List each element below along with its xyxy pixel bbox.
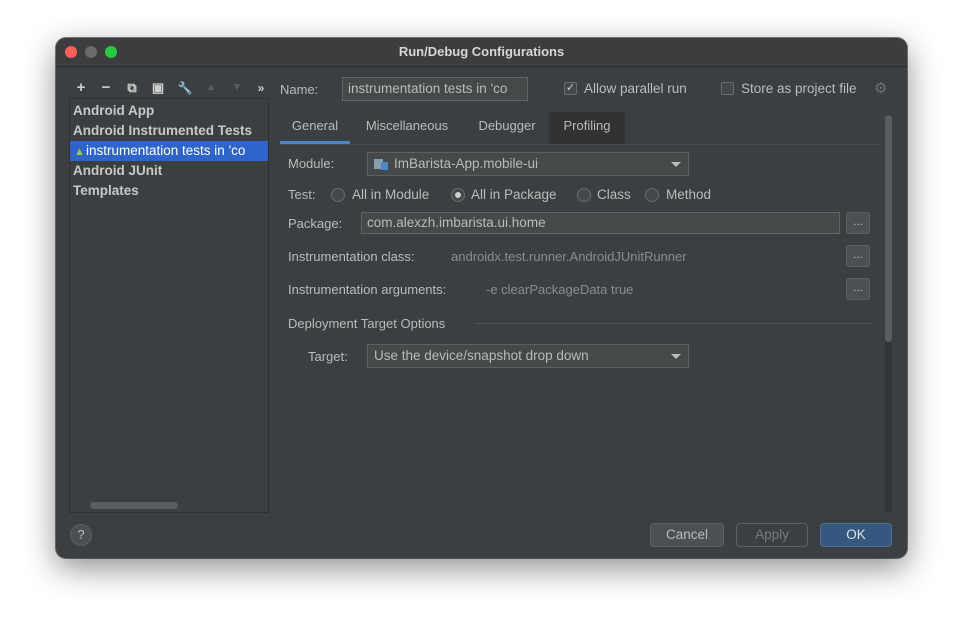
tree-item-instrumentation-tests[interactable]: ▲instrumentation tests in 'co: [70, 141, 268, 161]
ok-button[interactable]: OK: [820, 523, 892, 547]
tab-general[interactable]: General: [280, 112, 350, 144]
target-label: Target:: [308, 349, 348, 364]
window-title: Run/Debug Configurations: [398, 44, 565, 59]
name-label: Name:: [280, 82, 319, 97]
tree-item-android-instrumented-tests[interactable]: Android Instrumented Tests: [70, 121, 268, 141]
instrumentation-args-label: Instrumentation arguments:: [288, 282, 447, 297]
remove-icon[interactable]: −: [98, 80, 114, 96]
module-dropdown[interactable]: ImBarista-App.mobile-ui: [367, 152, 689, 176]
module-folder-icon: [374, 159, 388, 170]
copy-icon[interactable]: ⧉: [124, 80, 140, 96]
apply-button[interactable]: Apply: [736, 523, 808, 547]
tree-item-android-junit[interactable]: Android JUnit: [70, 161, 268, 181]
target-dropdown[interactable]: Use the device/snapshot drop down: [367, 344, 689, 368]
more-icon[interactable]: »: [253, 80, 269, 96]
instrumentation-class-browse-button[interactable]: ...: [846, 245, 870, 267]
deployment-section-divider: [474, 323, 872, 324]
title-bar: Run/Debug Configurations: [56, 38, 907, 67]
instrumentation-class-label: Instrumentation class:: [288, 249, 415, 264]
tree-item-android-app[interactable]: Android App: [70, 101, 268, 121]
chevron-down-icon: [671, 354, 681, 359]
help-button[interactable]: ?: [70, 524, 92, 546]
android-config-icon: ▲: [74, 146, 85, 158]
gear-icon[interactable]: ⚙: [874, 79, 887, 97]
module-value: ImBarista-App.mobile-ui: [394, 156, 539, 171]
deployment-section-title: Deployment Target Options: [288, 316, 446, 331]
radio-all-in-package-label: All in Package: [471, 187, 557, 202]
name-field[interactable]: instrumentation tests in 'co: [342, 77, 528, 101]
move-down-icon[interactable]: ▼: [229, 80, 245, 96]
save-icon[interactable]: ▣: [150, 80, 166, 96]
radio-method[interactable]: [645, 188, 659, 202]
tree-item-label: instrumentation tests in 'co: [86, 143, 246, 158]
move-up-icon[interactable]: ▲: [203, 80, 219, 96]
chevron-down-icon: [671, 162, 681, 167]
test-label: Test:: [288, 187, 316, 202]
store-project-file-label: Store as project file: [741, 81, 857, 96]
configuration-tree[interactable]: Android App Android Instrumented Tests ▲…: [69, 98, 269, 513]
instrumentation-class-value[interactable]: androidx.test.runner.AndroidJUnitRunner: [451, 249, 687, 264]
cancel-button[interactable]: Cancel: [650, 523, 724, 547]
radio-class-label: Class: [597, 187, 631, 202]
allow-parallel-label: Allow parallel run: [584, 81, 687, 96]
package-browse-button[interactable]: ...: [846, 212, 870, 234]
tree-horizontal-scrollbar[interactable]: [90, 502, 178, 509]
store-project-file-checkbox[interactable]: [721, 82, 734, 95]
add-icon[interactable]: +: [73, 80, 89, 96]
instrumentation-args-browse-button[interactable]: ...: [846, 278, 870, 300]
run-debug-dialog: Run/Debug Configurations + − ⧉ ▣ 🔧 ▲ ▼ »…: [56, 38, 907, 558]
package-field[interactable]: com.alexzh.imbarista.ui.home: [361, 212, 840, 234]
allow-parallel-checkbox[interactable]: ✓: [564, 82, 577, 95]
radio-all-in-module[interactable]: [331, 188, 345, 202]
scroll-track: [885, 342, 892, 512]
radio-all-in-module-label: All in Module: [352, 187, 430, 202]
tab-profiling[interactable]: Profiling: [549, 112, 625, 144]
content-vertical-scrollbar[interactable]: [885, 115, 892, 342]
target-value: Use the device/snapshot drop down: [374, 348, 589, 363]
instrumentation-args-value[interactable]: -e clearPackageData true: [486, 282, 633, 297]
radio-class[interactable]: [577, 188, 591, 202]
tree-item-templates[interactable]: Templates: [70, 181, 268, 201]
radio-method-label: Method: [666, 187, 712, 202]
tabs-divider: [280, 144, 880, 145]
module-label: Module:: [288, 156, 335, 171]
wrench-icon[interactable]: 🔧: [177, 80, 193, 96]
package-label: Package:: [288, 216, 343, 231]
tab-miscellaneous[interactable]: Miscellaneous: [355, 112, 459, 144]
tab-debugger[interactable]: Debugger: [467, 112, 547, 144]
radio-all-in-package[interactable]: [451, 188, 465, 202]
